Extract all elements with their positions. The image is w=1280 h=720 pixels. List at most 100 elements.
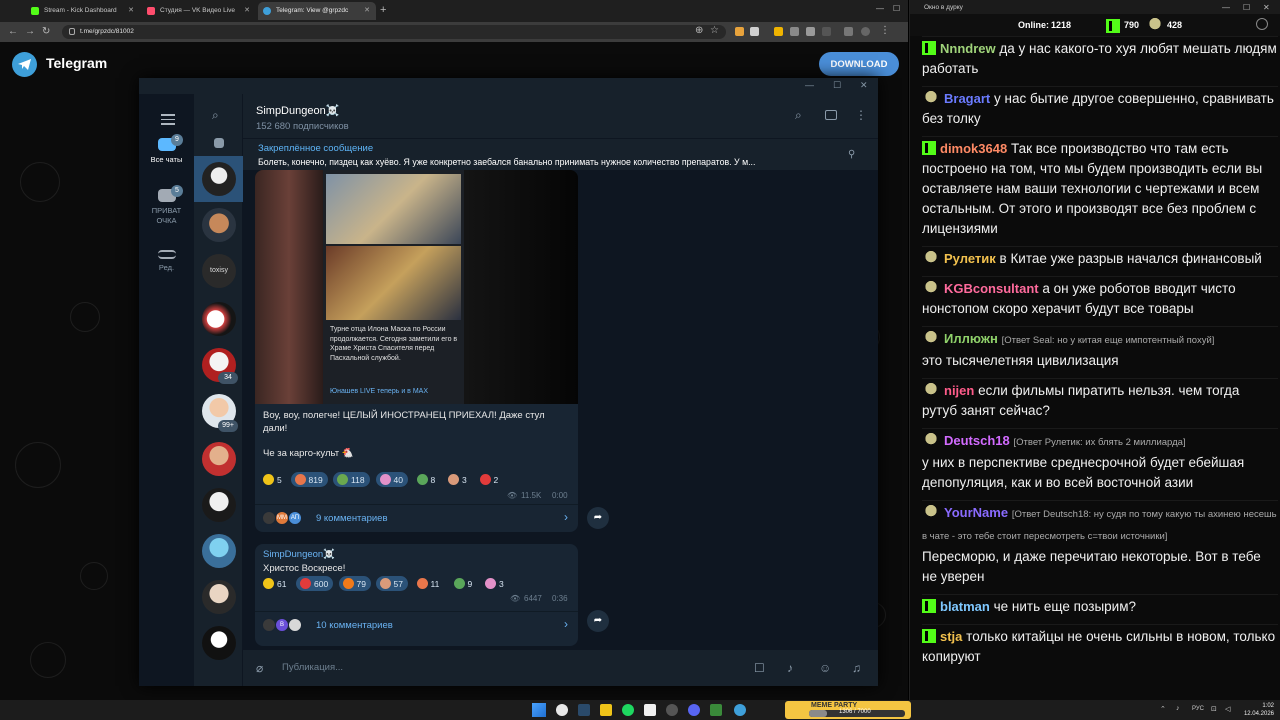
tab-telegram[interactable]: Telegram: View @grpzdc ✕ bbox=[258, 2, 376, 20]
extension-icon[interactable] bbox=[774, 27, 783, 36]
profile-icon[interactable] bbox=[861, 27, 870, 36]
attach-icon[interactable]: ⌀ bbox=[256, 661, 270, 675]
sidebar-toggle-icon[interactable] bbox=[825, 110, 837, 120]
url-input[interactable]: t.me/grpzdc/81002 bbox=[62, 25, 726, 39]
spotify-icon[interactable] bbox=[622, 704, 634, 716]
browser-menu-icon[interactable]: ⋮ bbox=[880, 25, 890, 36]
reaction-chip[interactable]: 3 bbox=[481, 576, 509, 591]
schedule-icon[interactable]: ☐ bbox=[754, 661, 768, 675]
chat-avatar[interactable] bbox=[202, 626, 236, 660]
reaction-chip[interactable]: 118 bbox=[333, 472, 370, 487]
tray-chevron-icon[interactable]: ⌃ bbox=[1160, 705, 1166, 713]
obs-icon[interactable] bbox=[666, 704, 678, 716]
system-clock[interactable]: 1:02 12.04.2026 bbox=[1244, 702, 1274, 718]
chat-username[interactable]: blatman bbox=[940, 599, 990, 614]
reaction-chip[interactable]: 600 bbox=[296, 576, 334, 591]
telegram-logo-icon[interactable] bbox=[12, 52, 37, 77]
language-indicator[interactable]: РУС bbox=[1192, 706, 1204, 712]
reaction-chip[interactable]: 2 bbox=[476, 472, 504, 487]
extensions-puzzle-icon[interactable] bbox=[822, 27, 831, 36]
folder-private[interactable]: 5 ПРИВАТ ОЧКА bbox=[139, 185, 194, 226]
windows-start-icon[interactable] bbox=[532, 703, 546, 717]
bookmark-star-icon[interactable]: ☆ bbox=[710, 25, 719, 36]
reaction-chip[interactable]: 57 bbox=[375, 576, 408, 591]
chat-username[interactable]: Deutsch18 bbox=[944, 433, 1010, 448]
folder-all-chats[interactable]: 9 Все чаты bbox=[139, 134, 194, 164]
extension-icon[interactable] bbox=[735, 27, 744, 36]
menu-icon[interactable] bbox=[161, 111, 175, 128]
chat-username[interactable]: YourName bbox=[944, 505, 1008, 520]
file-explorer-icon[interactable] bbox=[600, 704, 612, 716]
close-icon[interactable]: ✕ bbox=[860, 80, 868, 91]
reaction-chip[interactable]: 9 bbox=[450, 576, 478, 591]
chat-username[interactable]: stja bbox=[940, 629, 962, 644]
extension-icon[interactable] bbox=[750, 27, 759, 36]
network-icon[interactable]: ⊡ bbox=[1211, 705, 1217, 713]
chat-username[interactable]: Иллюжн bbox=[944, 331, 998, 346]
reaction-chip[interactable]: 40 bbox=[375, 472, 408, 487]
telegram-brand[interactable]: Telegram bbox=[46, 55, 107, 71]
share-button[interactable]: ➦ bbox=[587, 610, 609, 632]
search-icon[interactable]: ⌕ bbox=[212, 108, 219, 123]
emoji-icon[interactable]: ☺ bbox=[819, 661, 833, 675]
maximize-icon[interactable]: ☐ bbox=[833, 80, 841, 91]
reaction-chip[interactable]: 79 bbox=[338, 576, 371, 591]
channel-header[interactable]: SimpDungeon☠️ 152 680 подписчиков ⌕ ⋮ bbox=[243, 94, 878, 138]
extension-icon[interactable] bbox=[806, 27, 815, 36]
search-icon[interactable]: ⌕ bbox=[795, 108, 809, 122]
chat-avatar[interactable] bbox=[202, 488, 236, 522]
minimize-icon[interactable]: — bbox=[805, 80, 814, 90]
archive-icon[interactable] bbox=[214, 138, 224, 148]
chat-username[interactable]: Nnndrew bbox=[940, 41, 996, 56]
post-media[interactable]: Турне отца Илона Маска по России продолж… bbox=[255, 170, 578, 404]
pin-list-icon[interactable]: ⚲ bbox=[848, 149, 855, 160]
pinned-message-bar[interactable]: Закреплённое сообщение Болеть, конечно, … bbox=[243, 138, 878, 170]
minimize-icon[interactable]: — bbox=[1222, 3, 1230, 12]
minimize-icon[interactable]: — bbox=[876, 4, 884, 13]
extension-icon[interactable] bbox=[790, 27, 799, 36]
reaction-chip[interactable]: 5 bbox=[259, 472, 287, 487]
post-author[interactable]: SimpDungeon☠️ bbox=[263, 549, 335, 560]
reaction-chip[interactable]: 8 bbox=[413, 472, 441, 487]
chat-avatar[interactable]: toxisy bbox=[202, 254, 236, 288]
site-info-icon[interactable] bbox=[69, 28, 75, 35]
forward-icon[interactable]: → bbox=[25, 26, 35, 37]
comments-link[interactable]: ММ АП 9 комментариев › bbox=[255, 504, 578, 532]
more-options-icon[interactable]: ⋮ bbox=[855, 108, 869, 122]
tab-kick-dashboard[interactable]: Stream - Kick Dashboard ✕ bbox=[26, 2, 140, 20]
share-button[interactable]: ➦ bbox=[587, 507, 609, 529]
chat-avatar[interactable] bbox=[202, 162, 236, 196]
comments-link[interactable]: В 10 комментариев › bbox=[255, 611, 578, 639]
app-icon[interactable] bbox=[710, 704, 722, 716]
microphone-icon[interactable]: ♫ bbox=[852, 661, 866, 675]
chrome-icon[interactable] bbox=[556, 704, 568, 716]
reaction-chip[interactable]: 11 bbox=[413, 576, 445, 591]
volume-icon[interactable]: ◁ bbox=[1225, 705, 1230, 713]
telegram-icon[interactable] bbox=[734, 704, 746, 716]
maximize-icon[interactable]: ☐ bbox=[893, 4, 900, 13]
close-tab-icon[interactable]: ✕ bbox=[244, 6, 250, 14]
chat-avatar[interactable] bbox=[202, 302, 236, 336]
folder-edit[interactable]: Ред. bbox=[139, 250, 194, 272]
chat-avatar[interactable] bbox=[202, 208, 236, 242]
microphone-icon[interactable]: ♪ bbox=[1176, 705, 1180, 712]
close-icon[interactable]: ✕ bbox=[1263, 3, 1270, 12]
meme-party-widget[interactable]: MEME PARTY 1306 / 7000 bbox=[785, 701, 911, 719]
chat-avatar[interactable] bbox=[202, 580, 236, 614]
new-tab-icon[interactable]: + bbox=[380, 4, 386, 16]
chat-username[interactable]: dimok3648 bbox=[940, 141, 1007, 156]
close-tab-icon[interactable]: ✕ bbox=[128, 6, 134, 14]
close-tab-icon[interactable]: ✕ bbox=[364, 6, 370, 14]
reload-icon[interactable]: ↻ bbox=[42, 26, 50, 37]
maximize-icon[interactable]: ☐ bbox=[1243, 3, 1250, 12]
tab-vk-studio[interactable]: Студия — VK Видео Live ✕ bbox=[142, 2, 256, 20]
steam-icon[interactable] bbox=[578, 704, 590, 716]
app-icon[interactable] bbox=[688, 704, 700, 716]
reaction-chip[interactable]: 819 bbox=[290, 472, 328, 487]
chat-username[interactable]: KGBconsultant bbox=[944, 281, 1039, 296]
download-button[interactable]: DOWNLOAD bbox=[819, 52, 899, 76]
message-input[interactable]: Публикация... bbox=[282, 662, 343, 673]
chat-username[interactable]: Рулетик bbox=[944, 251, 996, 266]
reaction-chip[interactable]: 61 bbox=[259, 576, 291, 591]
chat-avatar[interactable] bbox=[202, 534, 236, 568]
